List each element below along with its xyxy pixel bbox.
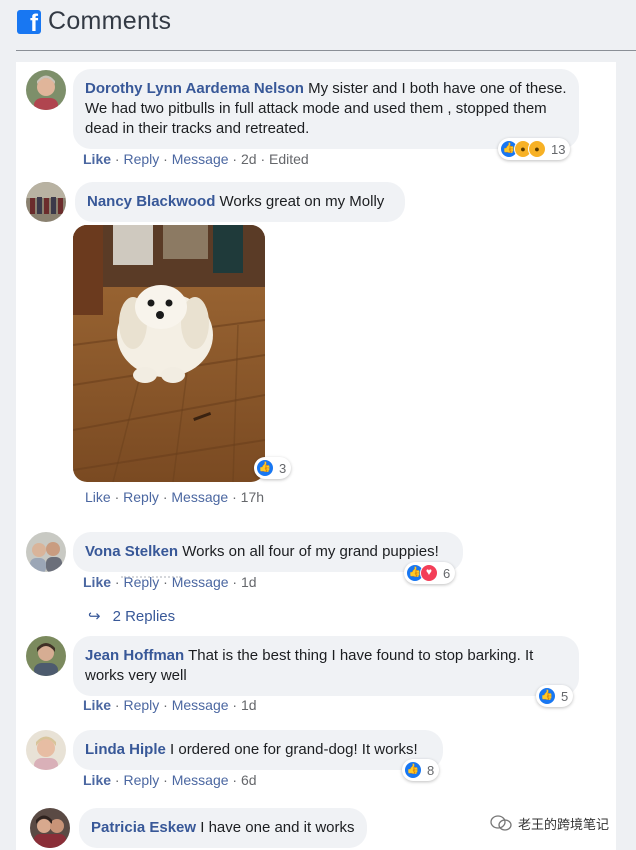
- comment-author[interactable]: Patricia Eskew: [91, 819, 196, 836]
- facebook-logo-icon: f: [17, 10, 41, 34]
- reply-link[interactable]: Reply: [123, 772, 159, 788]
- comment-time[interactable]: 1d: [241, 574, 257, 590]
- comment-author[interactable]: Vona Stelken: [85, 543, 178, 560]
- reply-link[interactable]: Reply: [123, 574, 159, 590]
- message-link[interactable]: Message: [172, 772, 229, 788]
- comment-actions: Like · Reply · Message · 1d: [83, 574, 257, 590]
- reply-arrow-icon: ↪: [88, 608, 101, 625]
- comment-author[interactable]: Nancy Blackwood: [87, 193, 215, 210]
- avatar-linda[interactable]: [26, 730, 66, 770]
- reaction-summary[interactable]: 👍 ♥ 6: [404, 562, 456, 584]
- message-link[interactable]: Message: [172, 151, 229, 167]
- comment-text: Works on all four of my grand puppies!: [178, 543, 439, 560]
- reaction-summary[interactable]: 👍 ● ● 13: [498, 138, 571, 160]
- header-divider: [16, 50, 636, 51]
- comment-actions: Like · Reply · Message · 1d: [83, 697, 257, 713]
- comment-bubble: Jean Hoffman That is the best thing I ha…: [73, 636, 579, 696]
- wechat-icon: [490, 815, 512, 831]
- comment-bubble: Vona Stelken Works on all four of my gra…: [73, 532, 463, 572]
- page-title: Comments: [48, 7, 172, 35]
- avatar-dorothy[interactable]: [26, 70, 66, 110]
- comment-bubble: Dorothy Lynn Aardema Nelson My sister an…: [73, 69, 579, 149]
- comment-text: I have one and it works: [196, 819, 355, 836]
- message-link[interactable]: Message: [172, 697, 229, 713]
- like-icon: 👍: [404, 761, 422, 779]
- avatar-jean[interactable]: [26, 636, 66, 676]
- comment-bubble: Nancy Blackwood Works great on my Molly: [75, 182, 405, 222]
- message-link[interactable]: Message: [171, 489, 228, 505]
- comment-photo-dog[interactable]: [73, 225, 265, 482]
- reply-link[interactable]: Reply: [123, 697, 159, 713]
- comment-actions: Like · Reply · Message · 17h: [85, 489, 265, 505]
- like-icon: 👍: [538, 687, 556, 705]
- reaction-count: 13: [551, 141, 566, 157]
- comment-text: Works great on my Molly: [215, 193, 385, 210]
- view-replies-link[interactable]: ↪ 2 Replies: [88, 607, 175, 625]
- replies-count: 2 Replies: [112, 608, 176, 625]
- like-link[interactable]: Like: [83, 151, 111, 167]
- comment-actions: Like · Reply · Message · 6d: [83, 772, 257, 788]
- comment-bubble: Linda Hiple I ordered one for grand-dog!…: [73, 730, 443, 770]
- comment-actions: Like · Reply · Message · 2d · Edited: [83, 151, 309, 167]
- comment-time[interactable]: 17h: [241, 489, 264, 505]
- like-link[interactable]: Like: [83, 574, 111, 590]
- comments-panel: Dorothy Lynn Aardema Nelson My sister an…: [16, 62, 616, 850]
- comment-author[interactable]: Jean Hoffman: [85, 647, 184, 664]
- reaction-summary[interactable]: 👍 3: [254, 457, 292, 479]
- comment-bubble: Patricia Eskew I have one and it works: [79, 808, 367, 848]
- comment-time[interactable]: 1d: [241, 697, 257, 713]
- like-link[interactable]: Like: [85, 489, 111, 505]
- reaction-summary[interactable]: 👍 8: [402, 759, 440, 781]
- avatar-patricia[interactable]: [30, 808, 70, 848]
- sad-icon: ●: [528, 140, 546, 158]
- edited-label: Edited: [269, 151, 309, 167]
- message-link[interactable]: Message: [172, 574, 229, 590]
- reaction-summary[interactable]: 👍 5: [536, 685, 574, 707]
- comment-time[interactable]: 6d: [241, 772, 257, 788]
- like-icon: 👍: [256, 459, 274, 477]
- reaction-count: 5: [561, 688, 569, 704]
- reaction-count: 8: [427, 762, 435, 778]
- wechat-watermark: 老王的跨境笔记: [490, 811, 636, 835]
- comments-header: f Comments: [0, 0, 636, 50]
- like-link[interactable]: Like: [83, 697, 111, 713]
- watermark-text: 老王的跨境笔记: [518, 817, 610, 833]
- avatar-vona[interactable]: [26, 532, 66, 572]
- reaction-count: 3: [279, 460, 287, 476]
- comment-author[interactable]: Dorothy Lynn Aardema Nelson: [85, 80, 304, 97]
- love-icon: ♥: [420, 564, 438, 582]
- comment-time[interactable]: 2d: [241, 151, 257, 167]
- reaction-count: 6: [443, 565, 451, 581]
- reply-link[interactable]: Reply: [123, 489, 159, 505]
- like-link[interactable]: Like: [83, 772, 111, 788]
- avatar-nancy[interactable]: [26, 182, 66, 222]
- reply-link[interactable]: Reply: [123, 151, 159, 167]
- comment-text: I ordered one for grand-dog! It works!: [165, 741, 418, 758]
- comment-author[interactable]: Linda Hiple: [85, 741, 166, 758]
